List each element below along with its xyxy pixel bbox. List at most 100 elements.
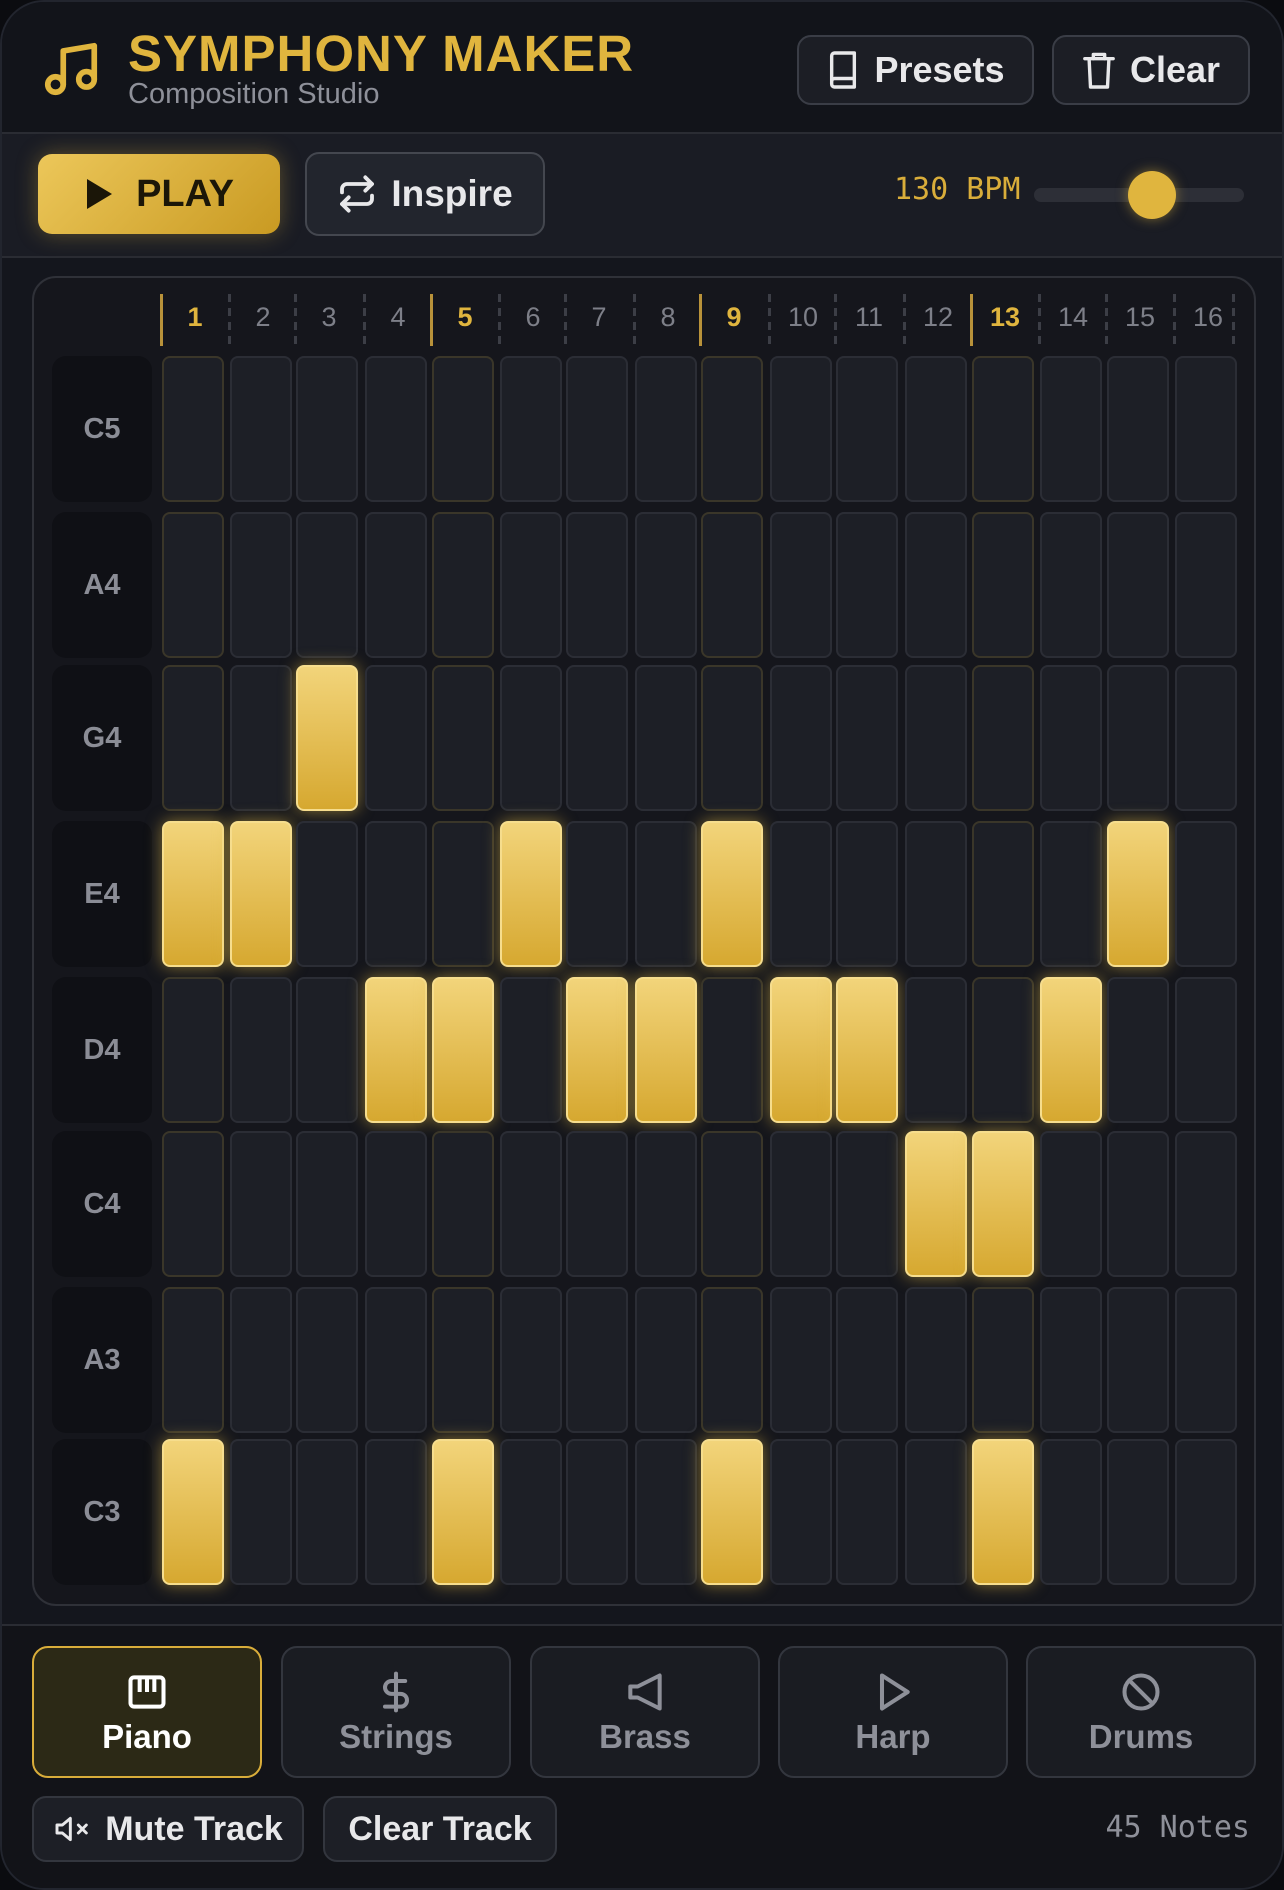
note-cell[interactable] [500,1131,562,1277]
note-cell[interactable] [836,821,898,967]
note-cell-active[interactable] [1040,977,1102,1123]
note-cell[interactable] [162,1131,224,1277]
note-cell[interactable] [365,1439,427,1585]
note-cell[interactable] [972,356,1034,502]
note-cell[interactable] [1175,821,1237,967]
note-cell[interactable] [365,356,427,502]
note-cell[interactable] [1040,1287,1102,1433]
note-cell[interactable] [566,1439,628,1585]
instrument-drums-button[interactable]: Drums [1026,1646,1256,1778]
note-cell[interactable] [230,512,292,658]
note-cell[interactable] [1107,1131,1169,1277]
note-cell[interactable] [500,1439,562,1585]
note-cell-active[interactable] [701,1439,763,1585]
note-cell[interactable] [635,1439,697,1585]
note-cell[interactable] [365,821,427,967]
note-cell[interactable] [836,1439,898,1585]
note-cell-active[interactable] [432,977,494,1123]
note-cell[interactable] [162,356,224,502]
note-cell[interactable] [836,1131,898,1277]
note-cell[interactable] [905,977,967,1123]
note-cell-active[interactable] [162,1439,224,1585]
note-cell[interactable] [1107,977,1169,1123]
note-cell[interactable] [1107,356,1169,502]
note-cell-active[interactable] [365,977,427,1123]
note-cell[interactable] [770,1287,832,1433]
note-cell[interactable] [162,977,224,1123]
note-cell[interactable] [770,356,832,502]
note-cell[interactable] [162,512,224,658]
note-cell[interactable] [162,665,224,811]
note-cell[interactable] [770,1131,832,1277]
note-cell[interactable] [836,356,898,502]
note-cell[interactable] [365,1131,427,1277]
note-cell[interactable] [701,1131,763,1277]
note-cell[interactable] [701,977,763,1123]
note-cell[interactable] [432,1131,494,1277]
note-cell-active[interactable] [770,977,832,1123]
note-cell[interactable] [500,977,562,1123]
note-cell[interactable] [972,977,1034,1123]
note-cell[interactable] [1175,1131,1237,1277]
note-cell[interactable] [566,821,628,967]
note-cell[interactable] [432,356,494,502]
instrument-harp-button[interactable]: Harp [778,1646,1008,1778]
note-cell-active[interactable] [432,1439,494,1585]
note-cell[interactable] [635,1131,697,1277]
note-cell-active[interactable] [1107,821,1169,967]
note-cell[interactable] [1175,665,1237,811]
note-cell[interactable] [1175,977,1237,1123]
note-cell[interactable] [972,512,1034,658]
note-cell[interactable] [230,356,292,502]
note-cell[interactable] [701,665,763,811]
note-cell[interactable] [770,1439,832,1585]
note-cell[interactable] [162,1287,224,1433]
note-cell[interactable] [770,512,832,658]
note-cell[interactable] [230,1131,292,1277]
note-cell[interactable] [1040,356,1102,502]
note-cell-active[interactable] [905,1131,967,1277]
note-cell[interactable] [566,665,628,811]
note-cell[interactable] [972,1287,1034,1433]
note-cell-active[interactable] [635,977,697,1123]
note-cell[interactable] [1107,512,1169,658]
note-cell[interactable] [1175,1439,1237,1585]
note-cell[interactable] [836,1287,898,1433]
note-cell-active[interactable] [500,821,562,967]
note-cell[interactable] [770,821,832,967]
mute-track-button[interactable]: Mute Track [32,1796,304,1862]
note-cell[interactable] [500,665,562,811]
inspire-button[interactable]: Inspire [305,152,545,236]
note-cell[interactable] [365,1287,427,1433]
note-cell[interactable] [905,1287,967,1433]
note-cell[interactable] [432,1287,494,1433]
note-cell[interactable] [905,1439,967,1585]
instrument-strings-button[interactable]: Strings [281,1646,511,1778]
note-cell[interactable] [365,665,427,811]
note-cell[interactable] [905,665,967,811]
note-cell-active[interactable] [972,1131,1034,1277]
note-cell[interactable] [296,1287,358,1433]
note-cell[interactable] [635,1287,697,1433]
note-cell[interactable] [296,1439,358,1585]
presets-button[interactable]: Presets [797,35,1034,105]
note-cell-active[interactable] [296,665,358,811]
note-cell[interactable] [905,512,967,658]
note-cell[interactable] [635,665,697,811]
note-cell[interactable] [1040,1131,1102,1277]
note-cell[interactable] [1107,1287,1169,1433]
note-cell[interactable] [836,665,898,811]
instrument-brass-button[interactable]: Brass [530,1646,760,1778]
note-cell-active[interactable] [230,821,292,967]
note-cell[interactable] [1040,665,1102,811]
note-cell[interactable] [972,665,1034,811]
note-cell[interactable] [500,512,562,658]
note-cell[interactable] [635,821,697,967]
clear-button[interactable]: Clear [1052,35,1250,105]
note-cell[interactable] [701,512,763,658]
note-cell[interactable] [836,512,898,658]
note-cell[interactable] [1040,821,1102,967]
play-button[interactable]: PLAY [38,154,280,234]
note-cell[interactable] [296,356,358,502]
note-cell[interactable] [230,977,292,1123]
